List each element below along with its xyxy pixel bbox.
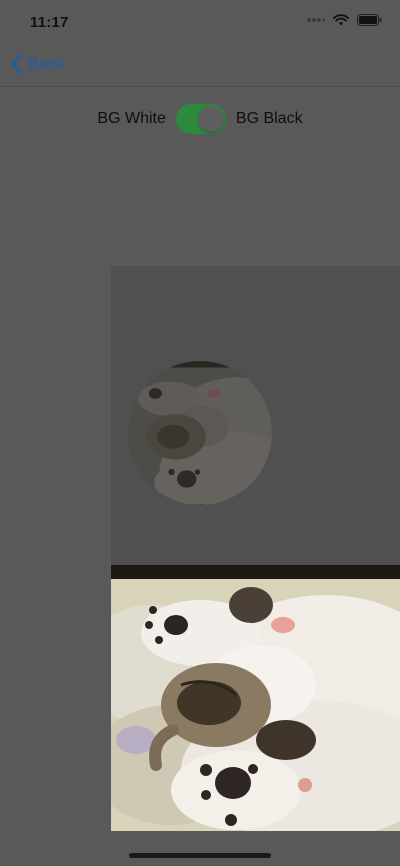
sleeping-kitten-photo xyxy=(128,361,272,505)
background-toggle-row: BG White BG Black xyxy=(0,101,400,137)
status-bar: 11:17 xyxy=(0,0,400,44)
bg-black-label: BG Black xyxy=(235,110,303,127)
navigation-bar: Back xyxy=(0,44,400,87)
background-switch[interactable] xyxy=(175,104,226,134)
bg-white-label: BG White xyxy=(97,110,166,127)
rect-kitten-photo xyxy=(111,565,400,831)
sleeping-kitten-photo xyxy=(111,565,400,831)
status-time: 11:17 xyxy=(30,14,69,31)
switch-knob xyxy=(197,106,224,132)
back-label: Back xyxy=(27,54,65,73)
signal-dots-icon xyxy=(307,18,325,22)
battery-icon xyxy=(357,14,382,26)
wifi-icon xyxy=(333,14,349,26)
back-button[interactable]: Back xyxy=(10,52,65,76)
circle-kitten-photo xyxy=(128,361,272,505)
chevron-left-icon xyxy=(11,53,23,75)
status-icons xyxy=(307,14,382,26)
home-indicator[interactable] xyxy=(129,853,271,858)
